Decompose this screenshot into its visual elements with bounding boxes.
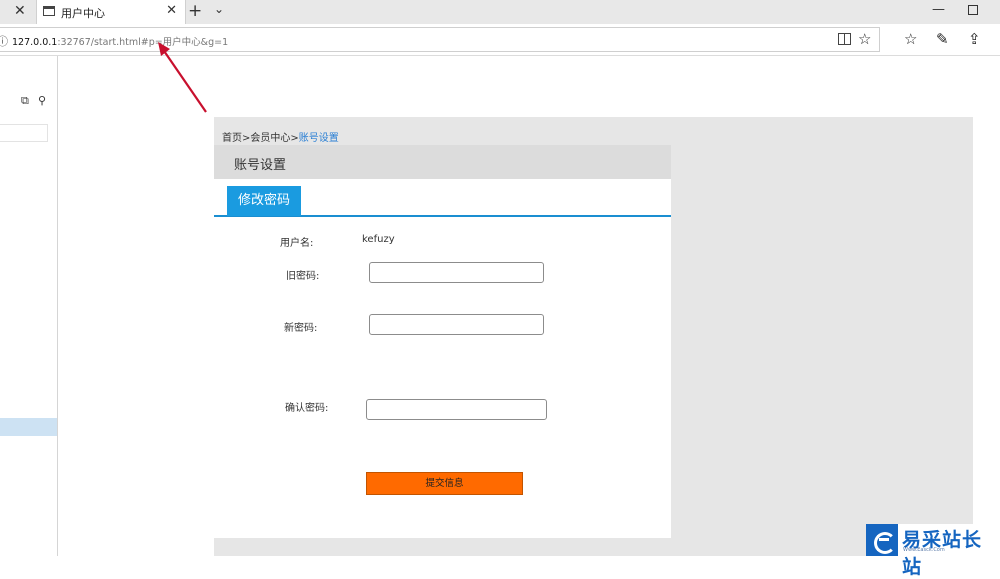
chevron-down-icon[interactable]: ⌄: [214, 2, 224, 16]
restore-icon[interactable]: [968, 5, 978, 15]
breadcrumb-member[interactable]: 会员中心: [250, 133, 290, 144]
tab-bar: ✕ 用户中心 ✕ + ⌄ —: [0, 0, 1000, 24]
username-label: 用户名:: [280, 238, 314, 249]
star-icon[interactable]: ☆: [858, 30, 871, 48]
selected-tree-item[interactable]: [0, 418, 57, 436]
filter-input[interactable]: [0, 124, 48, 142]
card-header: 账号设置: [214, 145, 671, 179]
search-icon[interactable]: ⚲: [38, 94, 46, 107]
watermark-subtitle: Www.Easck.Com: [903, 547, 945, 553]
breadcrumb-home[interactable]: 首页: [222, 133, 242, 144]
watermark-logo: 易采站长站 Www.Easck.Com: [866, 524, 1000, 578]
username-value: kefuzy: [362, 234, 395, 245]
address-bar[interactable]: ⓘ 127.0.0.1:32767/start.html#p=用户中心&g=1 …: [0, 27, 880, 52]
info-icon: ⓘ: [0, 35, 8, 48]
close-icon[interactable]: ✕: [14, 3, 26, 19]
reading-view-icon[interactable]: [838, 33, 851, 45]
share-icon[interactable]: ⇪: [968, 30, 981, 48]
confirm-password-label: 确认密码:: [285, 403, 329, 414]
browser-tab[interactable]: 用户中心 ✕: [36, 0, 186, 24]
card-title: 账号设置: [234, 158, 287, 173]
close-icon[interactable]: ✕: [166, 3, 177, 18]
annotation-arrow: [158, 42, 207, 113]
tab-title: 用户中心: [61, 7, 105, 20]
left-panel: ⧉ ⚲: [0, 56, 58, 556]
old-password-input[interactable]: [369, 262, 544, 283]
easck-logo-icon: [866, 524, 898, 556]
breadcrumb-current[interactable]: 账号设置: [299, 133, 339, 144]
old-password-label: 旧密码:: [286, 271, 320, 282]
submit-button[interactable]: 提交信息: [366, 472, 523, 495]
new-password-input[interactable]: [369, 314, 544, 335]
breadcrumb: 首页>会员中心>账号设置: [222, 133, 339, 144]
plus-icon[interactable]: +: [188, 1, 202, 21]
tab-change-password[interactable]: 修改密码: [227, 186, 301, 216]
minimize-icon[interactable]: —: [932, 2, 945, 17]
export-icon[interactable]: ⧉: [21, 94, 29, 108]
window-icon: [43, 6, 55, 16]
confirm-password-input[interactable]: [366, 399, 547, 420]
new-password-label: 新密码:: [284, 323, 318, 334]
pen-icon[interactable]: ✎: [936, 30, 949, 48]
favorites-icon[interactable]: ☆: [904, 30, 917, 48]
